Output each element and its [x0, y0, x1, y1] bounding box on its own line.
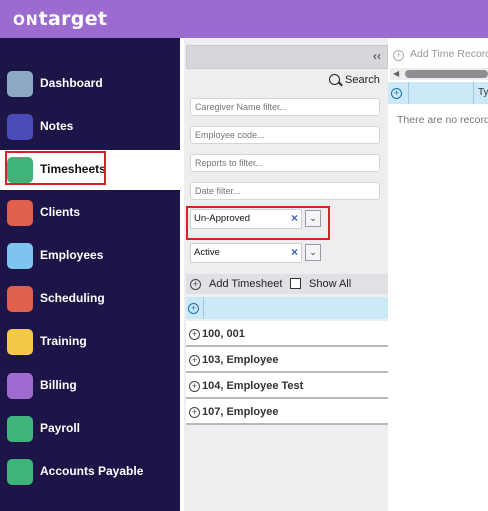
sidebar-item-accounts-payable[interactable]: Accounts Payable	[0, 452, 180, 492]
table-row[interactable]: +107, Employee	[186, 399, 388, 425]
logo-name: target	[38, 8, 108, 30]
add-timesheet-button[interactable]: Add Timesheet	[209, 278, 282, 290]
show-all-label[interactable]: Show All	[309, 278, 351, 290]
expand-row-icon[interactable]: +	[189, 329, 200, 340]
ontarget-logo[interactable]: ONtarget	[13, 8, 107, 30]
clear-status-icon[interactable]: ×	[291, 245, 298, 259]
timesheets-highlight	[5, 151, 106, 185]
expand-row-icon[interactable]: +	[189, 355, 200, 366]
sidebar-item-scheduling[interactable]: Scheduling	[0, 279, 180, 319]
empty-records-message: There are no records	[397, 114, 488, 126]
folder-icon	[7, 416, 33, 442]
sidebar-item-payroll[interactable]: Payroll	[0, 409, 180, 449]
sidebar-item-notes[interactable]: Notes	[0, 107, 180, 147]
column-divider	[473, 82, 474, 104]
folder-icon	[7, 329, 33, 355]
top-bar: ONtarget	[0, 0, 488, 38]
active-status-select[interactable]: Active × ⌄	[190, 243, 321, 263]
folder-icon	[7, 243, 33, 269]
sidebar-item-label: Notes	[40, 119, 74, 133]
status-dropdown-icon[interactable]: ⌄	[305, 244, 321, 261]
folder-icon	[7, 200, 33, 226]
sidebar-item-label: Billing	[40, 378, 77, 392]
add-time-record-icon[interactable]: +	[393, 50, 404, 61]
date-filter[interactable]	[190, 182, 380, 200]
column-divider	[203, 297, 204, 319]
sidebar-item-clients[interactable]: Clients	[0, 193, 180, 233]
expand-all-icon[interactable]: +	[188, 303, 199, 314]
column-divider	[408, 82, 409, 104]
reports-to-filter[interactable]	[190, 154, 380, 172]
row-label: 104, Employee Test	[202, 380, 304, 392]
folder-icon	[7, 459, 33, 485]
sidebar-item-dashboard[interactable]: Dashboard	[0, 64, 180, 104]
expand-record-icon[interactable]: +	[391, 88, 402, 99]
scrollbar-thumb[interactable]	[405, 70, 488, 78]
table-row[interactable]: +100, 001	[186, 321, 388, 347]
row-label: 100, 001	[202, 328, 245, 340]
sidebar-item-label: Employees	[40, 248, 104, 262]
sidebar-item-billing[interactable]: Billing	[0, 366, 180, 406]
caregiver-name-filter[interactable]	[190, 98, 380, 116]
expand-row-icon[interactable]: +	[189, 381, 200, 392]
row-label: 103, Employee	[202, 354, 279, 366]
sidebar-item-label: Payroll	[40, 421, 81, 435]
time-record-panel	[388, 38, 488, 511]
collapse-panel-icon[interactable]: ‹‹	[373, 49, 381, 63]
approval-select-highlight	[186, 206, 330, 240]
logo-prefix: ON	[13, 13, 39, 29]
expand-row-icon[interactable]: +	[189, 407, 200, 418]
search-icon[interactable]	[329, 74, 340, 85]
dashboard-icon	[7, 71, 33, 97]
sidebar-item-employees[interactable]: Employees	[0, 236, 180, 276]
sidebar-item-label: Clients	[40, 205, 81, 219]
sidebar-item-label: Dashboard	[40, 76, 103, 90]
panel-collapse-bar: ‹‹	[186, 45, 388, 69]
sidebar-item-label: Accounts Payable	[40, 464, 144, 478]
folder-icon	[7, 373, 33, 399]
sidebar-item-label: Training	[40, 334, 87, 348]
add-timesheet-icon[interactable]: +	[190, 279, 201, 290]
status-select-value: Active	[194, 247, 220, 258]
add-time-record-button[interactable]: Add Time Record	[410, 48, 488, 60]
scroll-left-icon[interactable]: ◀	[393, 69, 399, 78]
show-all-checkbox[interactable]	[290, 278, 301, 289]
notes-icon	[7, 114, 33, 140]
row-label: 107, Employee	[202, 406, 279, 418]
sidebar-item-label: Scheduling	[40, 291, 105, 305]
search-button[interactable]: Search	[345, 74, 380, 86]
table-row[interactable]: +104, Employee Test	[186, 373, 388, 399]
time-record-grid-header: + Ty	[388, 82, 488, 104]
employee-code-filter[interactable]	[190, 126, 380, 144]
calendar-icon	[7, 286, 33, 312]
column-type-header[interactable]: Ty	[478, 87, 488, 98]
sidebar-item-training[interactable]: Training	[0, 322, 180, 362]
timesheet-grid-header: +	[186, 297, 388, 319]
table-row[interactable]: +103, Employee	[186, 347, 388, 373]
